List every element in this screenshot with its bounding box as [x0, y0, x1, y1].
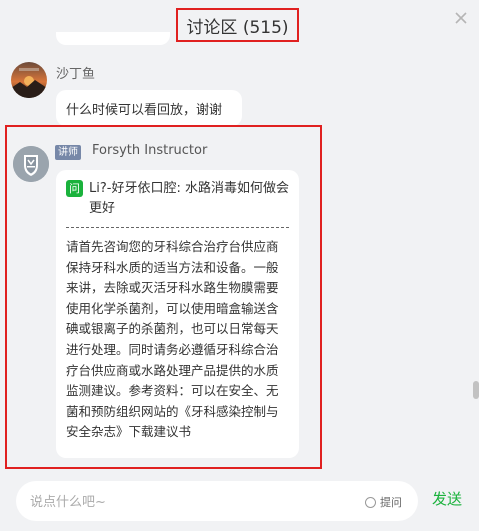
ask-question-toggle[interactable]: 提问	[365, 494, 402, 510]
answer-text: 请首先咨询您的牙科综合治疗台供应商保持牙科水质的适当方法和设备。一般来讲，去除或…	[66, 239, 279, 440]
previous-message-bubble	[56, 32, 170, 45]
scrollbar-thumb[interactable]	[473, 381, 479, 399]
message-bubble: 什么时候可以看回放，谢谢	[56, 90, 242, 126]
message-text: 什么时候可以看回放，谢谢	[66, 103, 223, 118]
panel-title: 讨论区 (515)	[176, 8, 299, 42]
avatar	[13, 146, 49, 182]
question-text: Li?-好牙依口腔: 水路消毒如何做会更好	[89, 181, 289, 216]
avatar	[11, 62, 47, 98]
question-badge: 问	[66, 180, 83, 197]
radio-icon	[365, 496, 376, 508]
message-username: Forsyth Instructor	[92, 143, 208, 158]
message-username: 沙丁鱼	[56, 67, 96, 82]
close-icon[interactable]	[452, 9, 470, 27]
comment-input[interactable]	[28, 481, 352, 523]
dashed-divider	[66, 227, 289, 228]
role-badge: 讲师	[55, 145, 81, 160]
input-area: 提问 发送	[0, 476, 479, 531]
message-bubble: 问 Li?-好牙依口腔: 水路消毒如何做会更好 请首先咨询您的牙科综合治疗台供应…	[56, 170, 299, 458]
ask-question-label: 提问	[380, 496, 402, 509]
send-button[interactable]: 发送	[432, 488, 462, 509]
scrollbar[interactable]	[473, 0, 479, 480]
discussion-panel: 讨论区 (515) 沙丁鱼 什么时候可以看回放，谢谢 讲师 Forsyth In…	[0, 0, 479, 531]
input-box: 提问	[16, 481, 418, 523]
question-row: 问 Li?-好牙依口腔: 水路消毒如何做会更好	[66, 179, 289, 219]
